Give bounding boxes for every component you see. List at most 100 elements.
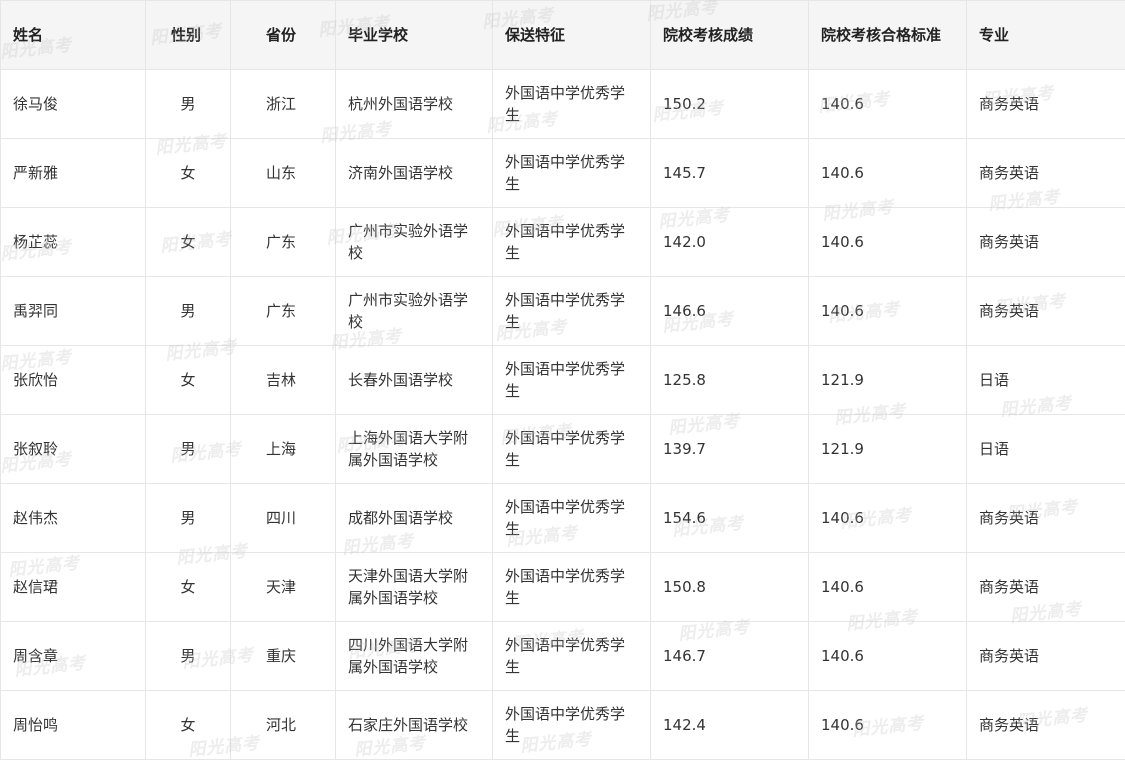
cell-name: 周含章 [1,622,146,691]
cell-province: 吉林 [231,346,336,415]
cell-feature: 外国语中学优秀学生 [493,70,651,139]
cell-school: 四川外国语大学附属外国语学校 [336,622,493,691]
header-score: 院校考核成绩 [651,1,809,70]
cell-school: 石家庄外国语学校 [336,691,493,760]
header-school: 毕业学校 [336,1,493,70]
cell-major: 商务英语 [967,691,1125,760]
cell-score: 125.8 [651,346,809,415]
cell-gender: 男 [146,622,231,691]
cell-standard: 140.6 [809,553,967,622]
cell-major: 日语 [967,346,1125,415]
cell-gender: 女 [146,691,231,760]
table-row: 禹羿同 男 广东 广州市实验外语学校 外国语中学优秀学生 146.6 140.6… [1,277,1125,346]
cell-score: 139.7 [651,415,809,484]
header-province: 省份 [231,1,336,70]
cell-school: 上海外国语大学附属外国语学校 [336,415,493,484]
cell-gender: 女 [146,346,231,415]
cell-major: 商务英语 [967,484,1125,553]
cell-standard: 121.9 [809,346,967,415]
cell-name: 赵伟杰 [1,484,146,553]
cell-feature: 外国语中学优秀学生 [493,346,651,415]
header-major: 专业 [967,1,1125,70]
cell-score: 146.7 [651,622,809,691]
cell-province: 广东 [231,277,336,346]
cell-score: 154.6 [651,484,809,553]
cell-feature: 外国语中学优秀学生 [493,553,651,622]
cell-province: 河北 [231,691,336,760]
cell-school: 杭州外国语学校 [336,70,493,139]
cell-feature: 外国语中学优秀学生 [493,415,651,484]
header-gender: 性别 [146,1,231,70]
table-row: 张叙聆 男 上海 上海外国语大学附属外国语学校 外国语中学优秀学生 139.7 … [1,415,1125,484]
cell-feature: 外国语中学优秀学生 [493,484,651,553]
cell-feature: 外国语中学优秀学生 [493,691,651,760]
cell-major: 商务英语 [967,70,1125,139]
cell-name: 禹羿同 [1,277,146,346]
cell-major: 商务英语 [967,553,1125,622]
cell-score: 150.8 [651,553,809,622]
cell-major: 商务英语 [967,277,1125,346]
cell-school: 天津外国语大学附属外国语学校 [336,553,493,622]
cell-province: 浙江 [231,70,336,139]
table-row: 张欣怡 女 吉林 长春外国语学校 外国语中学优秀学生 125.8 121.9 日… [1,346,1125,415]
cell-name: 杨芷蕊 [1,208,146,277]
cell-school: 成都外国语学校 [336,484,493,553]
cell-standard: 121.9 [809,415,967,484]
cell-score: 142.0 [651,208,809,277]
cell-major: 商务英语 [967,622,1125,691]
cell-feature: 外国语中学优秀学生 [493,139,651,208]
cell-standard: 140.6 [809,691,967,760]
cell-school: 济南外国语学校 [336,139,493,208]
cell-standard: 140.6 [809,484,967,553]
cell-gender: 女 [146,553,231,622]
cell-province: 上海 [231,415,336,484]
cell-name: 周怡鸣 [1,691,146,760]
header-name: 姓名 [1,1,146,70]
cell-gender: 女 [146,208,231,277]
table-row: 徐马俊 男 浙江 杭州外国语学校 外国语中学优秀学生 150.2 140.6 商… [1,70,1125,139]
table-row: 赵伟杰 男 四川 成都外国语学校 外国语中学优秀学生 154.6 140.6 商… [1,484,1125,553]
table-row: 赵信珺 女 天津 天津外国语大学附属外国语学校 外国语中学优秀学生 150.8 … [1,553,1125,622]
cell-standard: 140.6 [809,277,967,346]
cell-gender: 男 [146,70,231,139]
cell-school: 广州市实验外语学校 [336,208,493,277]
table-header-row: 姓名 性别 省份 毕业学校 保送特征 院校考核成绩 院校考核合格标准 专业 [1,1,1125,70]
cell-score: 146.6 [651,277,809,346]
cell-standard: 140.6 [809,208,967,277]
cell-province: 四川 [231,484,336,553]
cell-name: 张叙聆 [1,415,146,484]
header-feature: 保送特征 [493,1,651,70]
cell-major: 日语 [967,415,1125,484]
cell-province: 重庆 [231,622,336,691]
cell-name: 严新雅 [1,139,146,208]
admissions-table: 姓名 性别 省份 毕业学校 保送特征 院校考核成绩 院校考核合格标准 专业 徐马… [0,0,1125,760]
cell-name: 徐马俊 [1,70,146,139]
cell-score: 145.7 [651,139,809,208]
cell-name: 张欣怡 [1,346,146,415]
table-row: 严新雅 女 山东 济南外国语学校 外国语中学优秀学生 145.7 140.6 商… [1,139,1125,208]
cell-province: 天津 [231,553,336,622]
table-row: 杨芷蕊 女 广东 广州市实验外语学校 外国语中学优秀学生 142.0 140.6… [1,208,1125,277]
cell-major: 商务英语 [967,139,1125,208]
cell-school: 广州市实验外语学校 [336,277,493,346]
cell-major: 商务英语 [967,208,1125,277]
cell-gender: 男 [146,484,231,553]
cell-standard: 140.6 [809,70,967,139]
cell-score: 150.2 [651,70,809,139]
cell-gender: 女 [146,139,231,208]
cell-province: 广东 [231,208,336,277]
cell-name: 赵信珺 [1,553,146,622]
cell-standard: 140.6 [809,622,967,691]
cell-gender: 男 [146,277,231,346]
table-row: 周怡鸣 女 河北 石家庄外国语学校 外国语中学优秀学生 142.4 140.6 … [1,691,1125,760]
header-standard: 院校考核合格标准 [809,1,967,70]
cell-feature: 外国语中学优秀学生 [493,277,651,346]
cell-province: 山东 [231,139,336,208]
cell-feature: 外国语中学优秀学生 [493,208,651,277]
table-row: 周含章 男 重庆 四川外国语大学附属外国语学校 外国语中学优秀学生 146.7 … [1,622,1125,691]
cell-standard: 140.6 [809,139,967,208]
cell-score: 142.4 [651,691,809,760]
cell-school: 长春外国语学校 [336,346,493,415]
cell-feature: 外国语中学优秀学生 [493,622,651,691]
cell-gender: 男 [146,415,231,484]
